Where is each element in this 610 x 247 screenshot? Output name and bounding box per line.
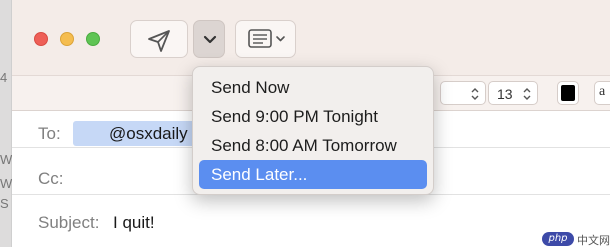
subject-field[interactable]: I quit! bbox=[113, 213, 155, 233]
font-stepper[interactable] bbox=[440, 81, 486, 105]
recipient-address: @osxdaily bbox=[109, 124, 188, 143]
send-button[interactable] bbox=[130, 20, 188, 58]
send-options-button[interactable] bbox=[193, 20, 225, 58]
menu-item-send-tonight[interactable]: Send 9:00 PM Tonight bbox=[199, 102, 427, 131]
background-fragment: 4 bbox=[0, 70, 8, 85]
background-fragment: W bbox=[0, 152, 13, 167]
background-window-edge: 4 W W S bbox=[0, 0, 12, 247]
watermark: php 中文网 bbox=[542, 231, 610, 247]
text-color-swatch bbox=[561, 85, 575, 101]
subject-label: Subject: bbox=[38, 213, 100, 232]
menu-item-send-now[interactable]: Send Now bbox=[199, 73, 427, 102]
to-label: To: bbox=[38, 124, 61, 143]
up-down-arrows-icon bbox=[471, 88, 479, 100]
text-color-well[interactable] bbox=[557, 81, 579, 105]
menu-item-send-later[interactable]: Send Later... bbox=[199, 160, 427, 189]
background-fragment: W bbox=[0, 176, 13, 191]
send-later-menu: Send Now Send 9:00 PM Tonight Send 8:00 … bbox=[192, 66, 434, 195]
menu-item-send-tomorrow[interactable]: Send 8:00 AM Tomorrow bbox=[199, 131, 427, 160]
title-bar bbox=[12, 0, 610, 75]
paper-plane-icon bbox=[148, 30, 170, 52]
text-color-glyph: a bbox=[599, 84, 606, 99]
close-button[interactable] bbox=[34, 32, 48, 46]
zoom-button[interactable] bbox=[86, 32, 100, 46]
watermark-badge: php bbox=[542, 232, 574, 246]
minimize-button[interactable] bbox=[60, 32, 74, 46]
up-down-arrows-icon bbox=[523, 88, 531, 100]
chevron-down-icon bbox=[203, 35, 217, 44]
font-size-select[interactable]: 13 bbox=[488, 81, 538, 105]
background-fragment: S bbox=[0, 196, 9, 211]
watermark-text: 中文网 bbox=[577, 234, 610, 247]
subject-row[interactable]: Subject: I quit! bbox=[12, 202, 610, 239]
highlight-color-button[interactable]: a bbox=[594, 81, 610, 105]
header-fields-button[interactable] bbox=[235, 20, 296, 58]
list-icon bbox=[248, 29, 285, 48]
cc-label: Cc: bbox=[38, 169, 64, 188]
